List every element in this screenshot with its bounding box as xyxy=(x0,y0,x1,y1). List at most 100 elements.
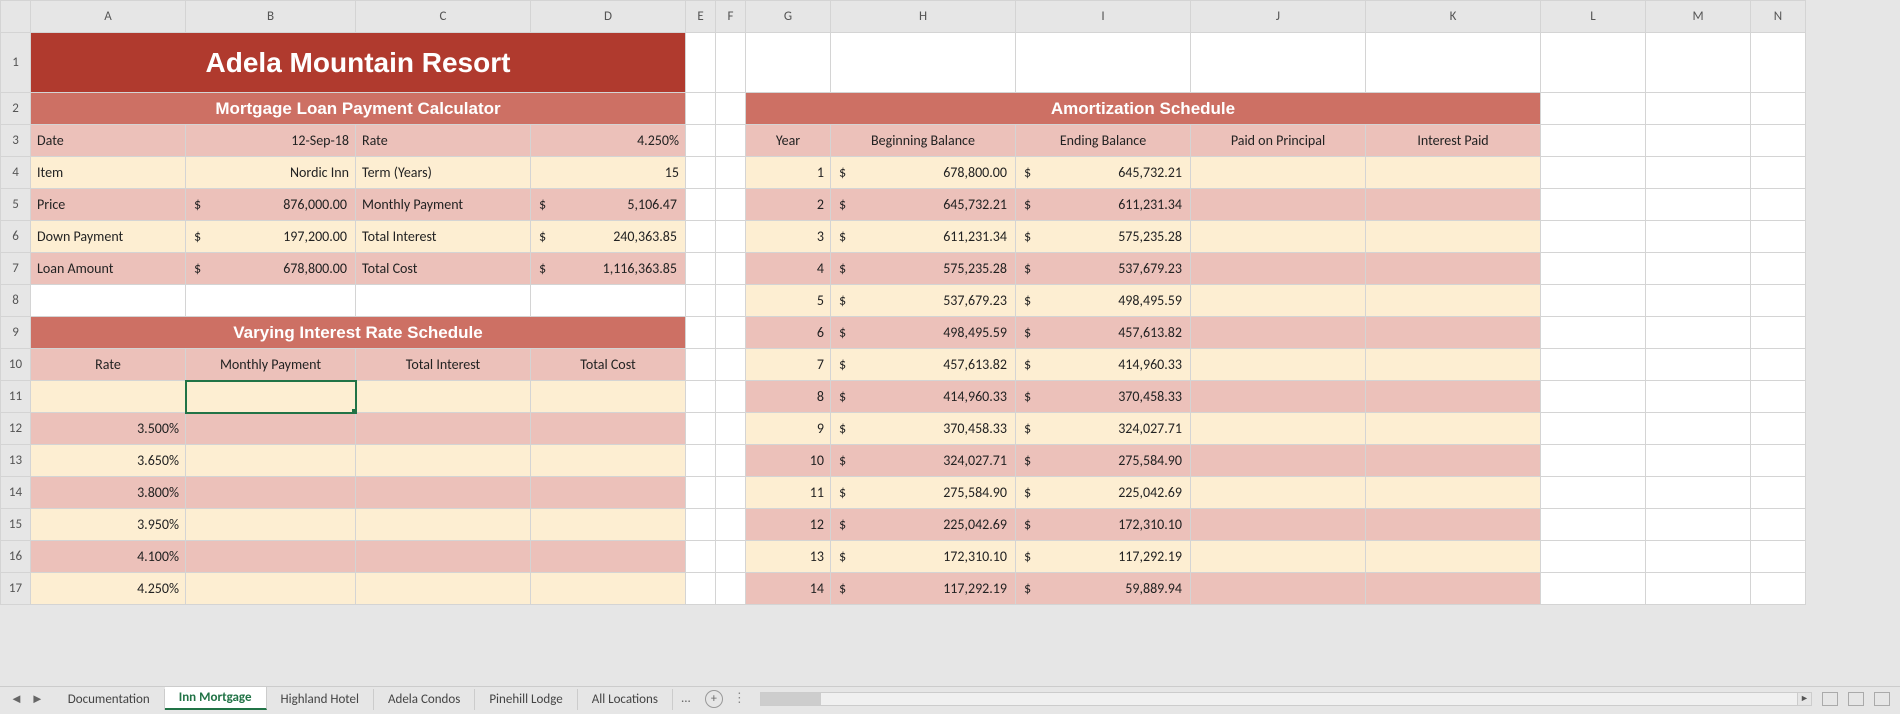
cell[interactable] xyxy=(356,285,531,317)
col-header[interactable]: H xyxy=(831,1,1016,33)
page-layout-view-icon[interactable] xyxy=(1848,692,1864,706)
cell[interactable] xyxy=(686,381,716,413)
sheet-tab[interactable]: Highland Hotel xyxy=(267,689,374,710)
cell[interactable] xyxy=(716,573,746,605)
label-totcost[interactable]: Total Cost xyxy=(356,253,531,285)
cell[interactable] xyxy=(531,413,686,445)
amort-year[interactable]: 13 xyxy=(746,541,831,573)
cell[interactable] xyxy=(716,125,746,157)
cell[interactable] xyxy=(1016,33,1191,93)
cell[interactable] xyxy=(1366,573,1541,605)
rate-value[interactable]: 3.650% xyxy=(31,445,186,477)
cell[interactable] xyxy=(1366,541,1541,573)
cell[interactable] xyxy=(686,93,716,125)
sheet-tab[interactable]: Pinehill Lodge xyxy=(475,689,577,710)
cell[interactable]: $678,800.00 xyxy=(186,253,356,285)
label-vtotcost[interactable]: Total Cost xyxy=(531,349,686,381)
amort-year[interactable]: 7 xyxy=(746,349,831,381)
cell[interactable] xyxy=(1646,285,1751,317)
cell[interactable] xyxy=(1191,381,1366,413)
cell[interactable]: $414,960.33 xyxy=(831,381,1016,413)
cell[interactable] xyxy=(531,541,686,573)
cell[interactable] xyxy=(356,445,531,477)
cell[interactable] xyxy=(686,573,716,605)
amort-year[interactable]: 10 xyxy=(746,445,831,477)
sheet-tab[interactable]: Documentation xyxy=(54,689,165,710)
cell[interactable] xyxy=(1751,477,1806,509)
row-header[interactable]: 10 xyxy=(1,349,31,381)
rate-value[interactable]: 3.500% xyxy=(31,413,186,445)
cell[interactable] xyxy=(1541,125,1646,157)
cell[interactable] xyxy=(1751,509,1806,541)
cell[interactable] xyxy=(1751,349,1806,381)
cell[interactable]: $59,889.94 xyxy=(1016,573,1191,605)
cell[interactable] xyxy=(1366,349,1541,381)
cell[interactable] xyxy=(1646,189,1751,221)
row-header[interactable]: 17 xyxy=(1,573,31,605)
page-title[interactable]: Adela Mountain Resort xyxy=(31,33,686,93)
cell[interactable] xyxy=(1366,477,1541,509)
cell[interactable] xyxy=(686,189,716,221)
cell[interactable] xyxy=(716,189,746,221)
cell[interactable] xyxy=(716,477,746,509)
cell[interactable] xyxy=(356,509,531,541)
cell[interactable] xyxy=(686,349,716,381)
cell[interactable] xyxy=(531,381,686,413)
cell[interactable] xyxy=(686,33,716,93)
cell[interactable] xyxy=(716,445,746,477)
cell[interactable] xyxy=(186,477,356,509)
cell[interactable] xyxy=(186,541,356,573)
col-header[interactable]: G xyxy=(746,1,831,33)
cell[interactable] xyxy=(1366,33,1541,93)
cell[interactable] xyxy=(1646,125,1751,157)
cell[interactable]: $645,732.21 xyxy=(1016,157,1191,189)
cell[interactable] xyxy=(686,221,716,253)
rate-value[interactable]: 3.800% xyxy=(31,477,186,509)
row-header[interactable]: 4 xyxy=(1,157,31,189)
col-header[interactable]: E xyxy=(686,1,716,33)
row-header[interactable]: 14 xyxy=(1,477,31,509)
col-header[interactable]: A xyxy=(31,1,186,33)
cell[interactable] xyxy=(716,157,746,189)
amort-year[interactable]: 12 xyxy=(746,509,831,541)
row-header[interactable]: 13 xyxy=(1,445,31,477)
cell[interactable] xyxy=(186,445,356,477)
cell[interactable]: $645,732.21 xyxy=(831,189,1016,221)
cell[interactable] xyxy=(1646,541,1751,573)
cell[interactable] xyxy=(1191,413,1366,445)
cell[interactable] xyxy=(1541,285,1646,317)
cell[interactable]: $611,231.34 xyxy=(1016,189,1191,221)
row-header[interactable]: 11 xyxy=(1,381,31,413)
spreadsheet-grid[interactable]: A B C D E F G H I J K L M N 1 Adela Moun… xyxy=(0,0,1900,686)
amort-year[interactable]: 6 xyxy=(746,317,831,349)
amort-header[interactable]: Amortization Schedule xyxy=(746,93,1541,125)
cell[interactable] xyxy=(686,125,716,157)
cell[interactable] xyxy=(1751,157,1806,189)
row-header[interactable]: 5 xyxy=(1,189,31,221)
cell[interactable] xyxy=(1751,381,1806,413)
cell[interactable] xyxy=(1191,33,1366,93)
label-beginning-balance[interactable]: Beginning Balance xyxy=(831,125,1016,157)
cell[interactable] xyxy=(686,541,716,573)
cell[interactable] xyxy=(1751,413,1806,445)
amort-year[interactable]: 14 xyxy=(746,573,831,605)
label-vrate[interactable]: Rate xyxy=(31,349,186,381)
cell[interactable] xyxy=(1366,157,1541,189)
cell[interactable] xyxy=(686,509,716,541)
cell[interactable] xyxy=(1541,573,1646,605)
sheet-tab[interactable]: Adela Condos xyxy=(374,689,475,710)
rate-value[interactable]: 4.100% xyxy=(31,541,186,573)
cell[interactable] xyxy=(1366,189,1541,221)
cell[interactable] xyxy=(356,541,531,573)
sheet-tab[interactable]: Inn Mortgage xyxy=(165,687,267,710)
varying-header[interactable]: Varying Interest Rate Schedule xyxy=(31,317,686,349)
col-header[interactable]: L xyxy=(1541,1,1646,33)
cell[interactable] xyxy=(716,509,746,541)
cell[interactable] xyxy=(531,509,686,541)
cell[interactable] xyxy=(1191,221,1366,253)
cell[interactable] xyxy=(531,445,686,477)
amort-year[interactable]: 9 xyxy=(746,413,831,445)
row-header[interactable]: 16 xyxy=(1,541,31,573)
cell[interactable]: $537,679.23 xyxy=(1016,253,1191,285)
cell[interactable]: $275,584.90 xyxy=(1016,445,1191,477)
